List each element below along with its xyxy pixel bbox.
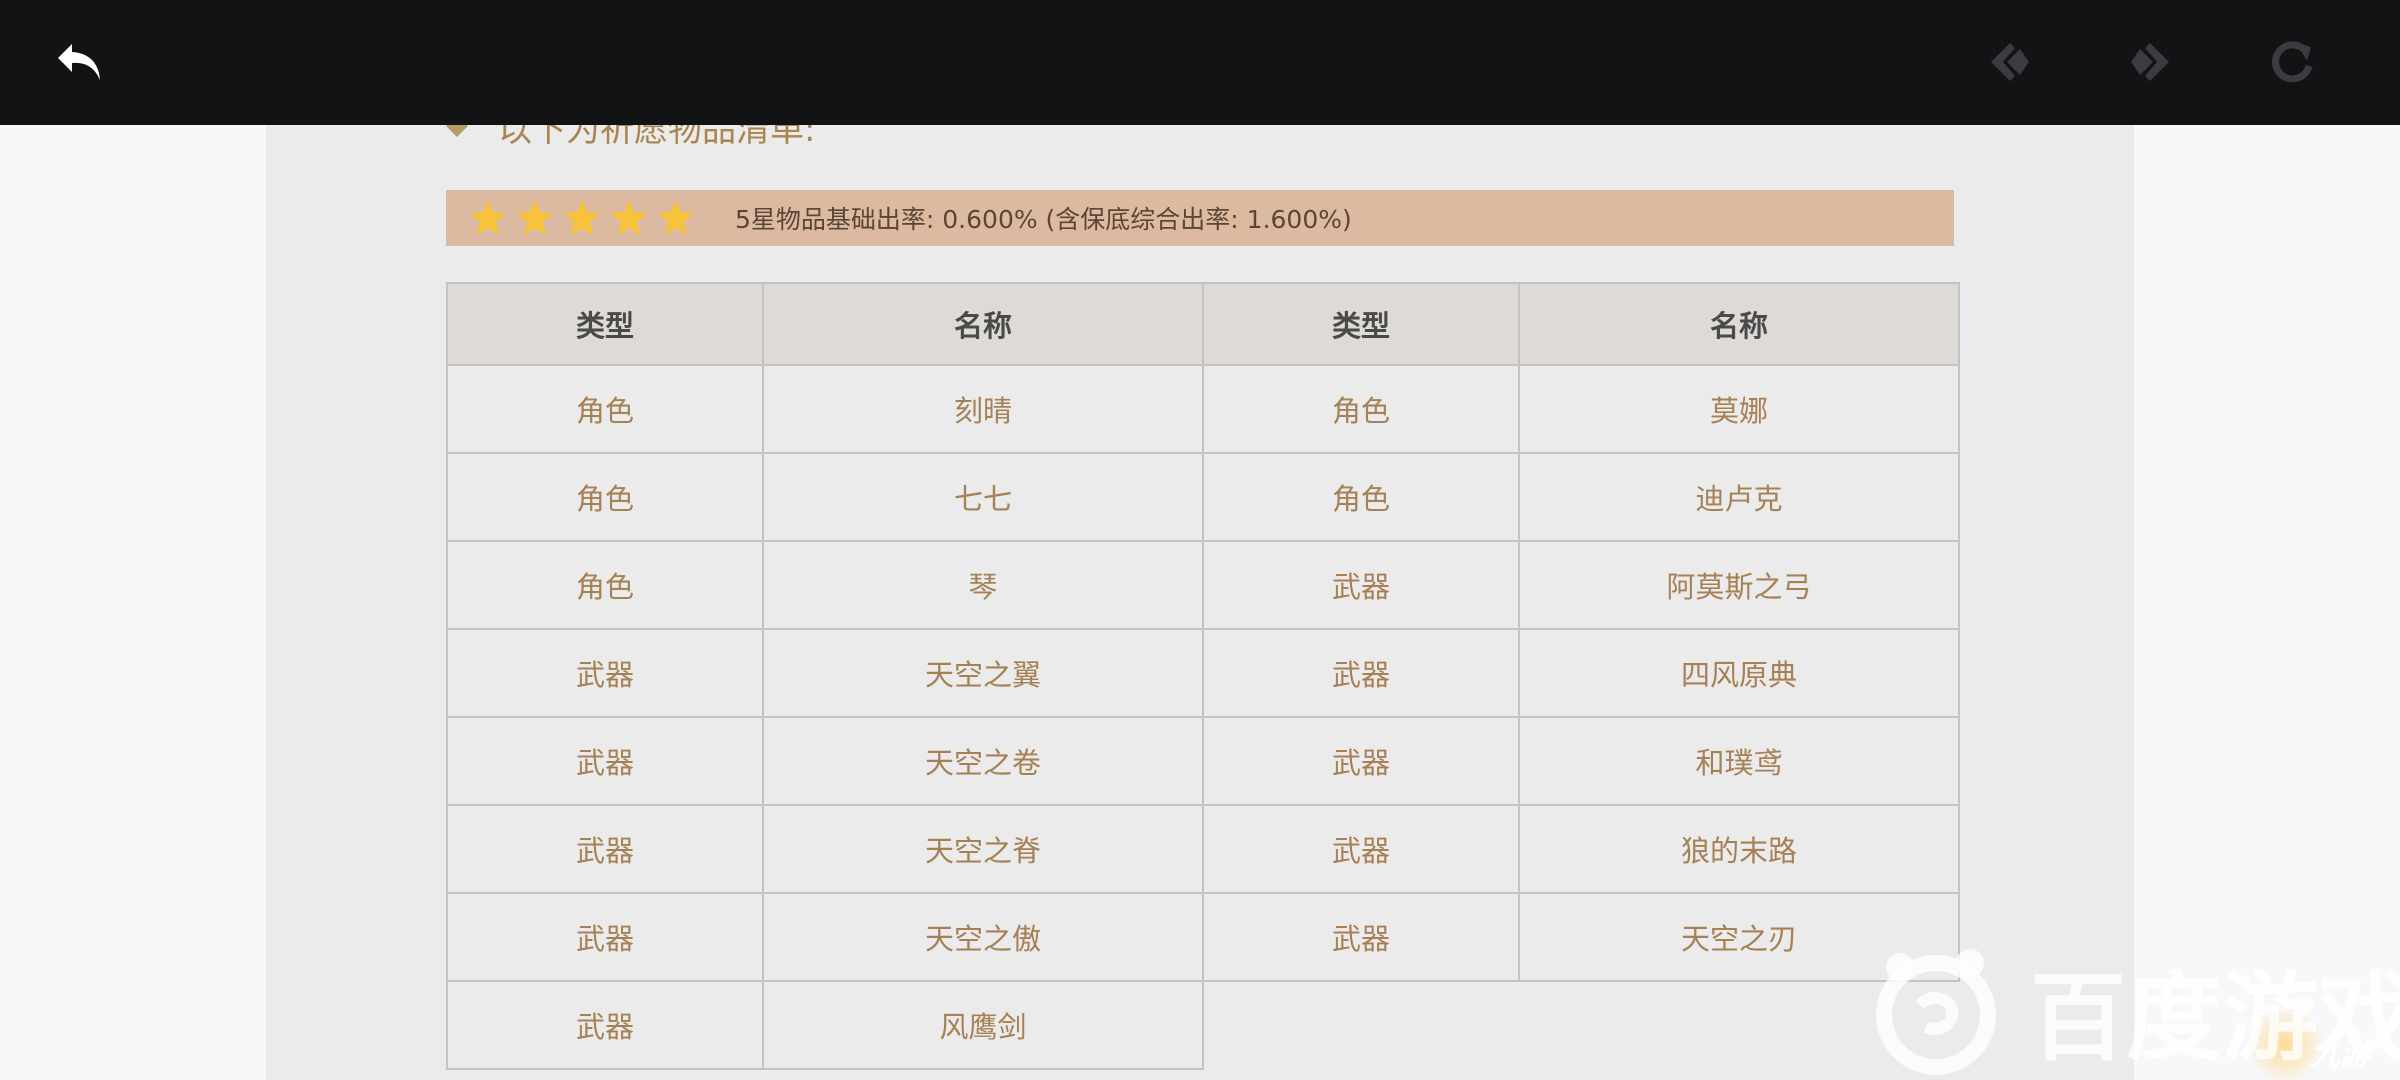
cell-type: 武器 bbox=[1202, 804, 1520, 894]
table-row: 角色 琴 武器 阿莫斯之弓 bbox=[446, 540, 1960, 630]
prev-diamond-icon bbox=[1991, 43, 2029, 81]
star-icon bbox=[470, 200, 506, 235]
star-icon bbox=[611, 200, 647, 235]
cell-name: 天空之翼 bbox=[762, 628, 1204, 718]
cell-name: 天空之卷 bbox=[762, 716, 1204, 806]
cell-name: 琴 bbox=[762, 540, 1204, 630]
cell-type: 角色 bbox=[446, 540, 764, 630]
reload-button[interactable] bbox=[2260, 30, 2324, 94]
table-header-row: 类型 名称 类型 名称 bbox=[446, 282, 1960, 366]
cell-name: 和璞鸢 bbox=[1518, 716, 1960, 806]
cell-type: 角色 bbox=[446, 452, 764, 542]
cell-type: 武器 bbox=[446, 716, 764, 806]
header-type-1: 类型 bbox=[446, 282, 764, 366]
header-name-1: 名称 bbox=[762, 282, 1204, 366]
rate-text: 5星物品基础出率: 0.600% (含保底综合出率: 1.600%) bbox=[735, 205, 1352, 234]
cell-name: 迪卢克 bbox=[1518, 452, 1960, 542]
cell-type: 武器 bbox=[1202, 540, 1520, 630]
cell-name: 狼的末路 bbox=[1518, 804, 1960, 894]
table-row: 角色 刻晴 角色 莫娜 bbox=[446, 364, 1960, 454]
cell-type: 角色 bbox=[446, 364, 764, 454]
star-icon bbox=[564, 200, 600, 235]
cell-name: 刻晴 bbox=[762, 364, 1204, 454]
cell-type: 武器 bbox=[446, 628, 764, 718]
next-diamond-icon bbox=[2131, 43, 2169, 81]
cell-type: 角色 bbox=[1202, 364, 1520, 454]
cell-type: 武器 bbox=[446, 980, 764, 1070]
cell-name: 七七 bbox=[762, 452, 1204, 542]
next-page-button[interactable] bbox=[2118, 30, 2182, 94]
table-row: 武器 天空之傲 武器 天空之刃 bbox=[446, 892, 1960, 982]
watermark-sub: 九游 bbox=[2310, 1038, 2370, 1073]
top-toolbar bbox=[0, 0, 2400, 125]
cell-type: 武器 bbox=[1202, 716, 1520, 806]
table-row: 武器 风鹰剑 bbox=[446, 980, 1959, 1070]
header-name-2: 名称 bbox=[1518, 282, 1960, 366]
cell-name: 阿莫斯之弓 bbox=[1518, 540, 1960, 630]
table-row: 武器 天空之卷 武器 和璞鸢 bbox=[446, 716, 1960, 806]
cell-name: 天空之傲 bbox=[762, 892, 1204, 982]
cell-name: 莫娜 bbox=[1518, 364, 1960, 454]
cell-name: 风鹰剑 bbox=[762, 980, 1204, 1070]
prev-page-button[interactable] bbox=[1978, 30, 2042, 94]
cell-type: 武器 bbox=[446, 892, 764, 982]
star-icon bbox=[658, 200, 694, 235]
article-content: 以下为祈愿物品清单: 5星物品基础出率: 0.600% (含保底综合出率: 1.… bbox=[266, 0, 2134, 1080]
cell-type: 武器 bbox=[1202, 628, 1520, 718]
star-rating bbox=[468, 198, 703, 238]
cell-type: 武器 bbox=[1202, 892, 1520, 982]
cell-name: 天空之脊 bbox=[762, 804, 1204, 894]
reload-icon bbox=[2272, 41, 2313, 83]
cell-name: 四风原典 bbox=[1518, 628, 1960, 718]
five-star-rate-banner: 5星物品基础出率: 0.600% (含保底综合出率: 1.600%) bbox=[446, 190, 1954, 246]
wish-item-table: 类型 名称 类型 名称 角色 刻晴 角色 莫娜 角色 七七 角色 迪卢克 角色 … bbox=[446, 282, 1960, 1070]
star-icon bbox=[517, 200, 553, 235]
table-row: 武器 天空之翼 武器 四风原典 bbox=[446, 628, 1960, 718]
table-row: 角色 七七 角色 迪卢克 bbox=[446, 452, 1960, 542]
back-arrow-icon bbox=[58, 44, 100, 80]
table-row: 武器 天空之脊 武器 狼的末路 bbox=[446, 804, 1960, 894]
cell-type: 角色 bbox=[1202, 452, 1520, 542]
cell-type: 武器 bbox=[446, 804, 764, 894]
back-button[interactable] bbox=[48, 30, 112, 94]
empty-cell bbox=[1203, 981, 1519, 1069]
paw-logo-icon bbox=[1876, 948, 1996, 1075]
header-type-2: 类型 bbox=[1202, 282, 1520, 366]
